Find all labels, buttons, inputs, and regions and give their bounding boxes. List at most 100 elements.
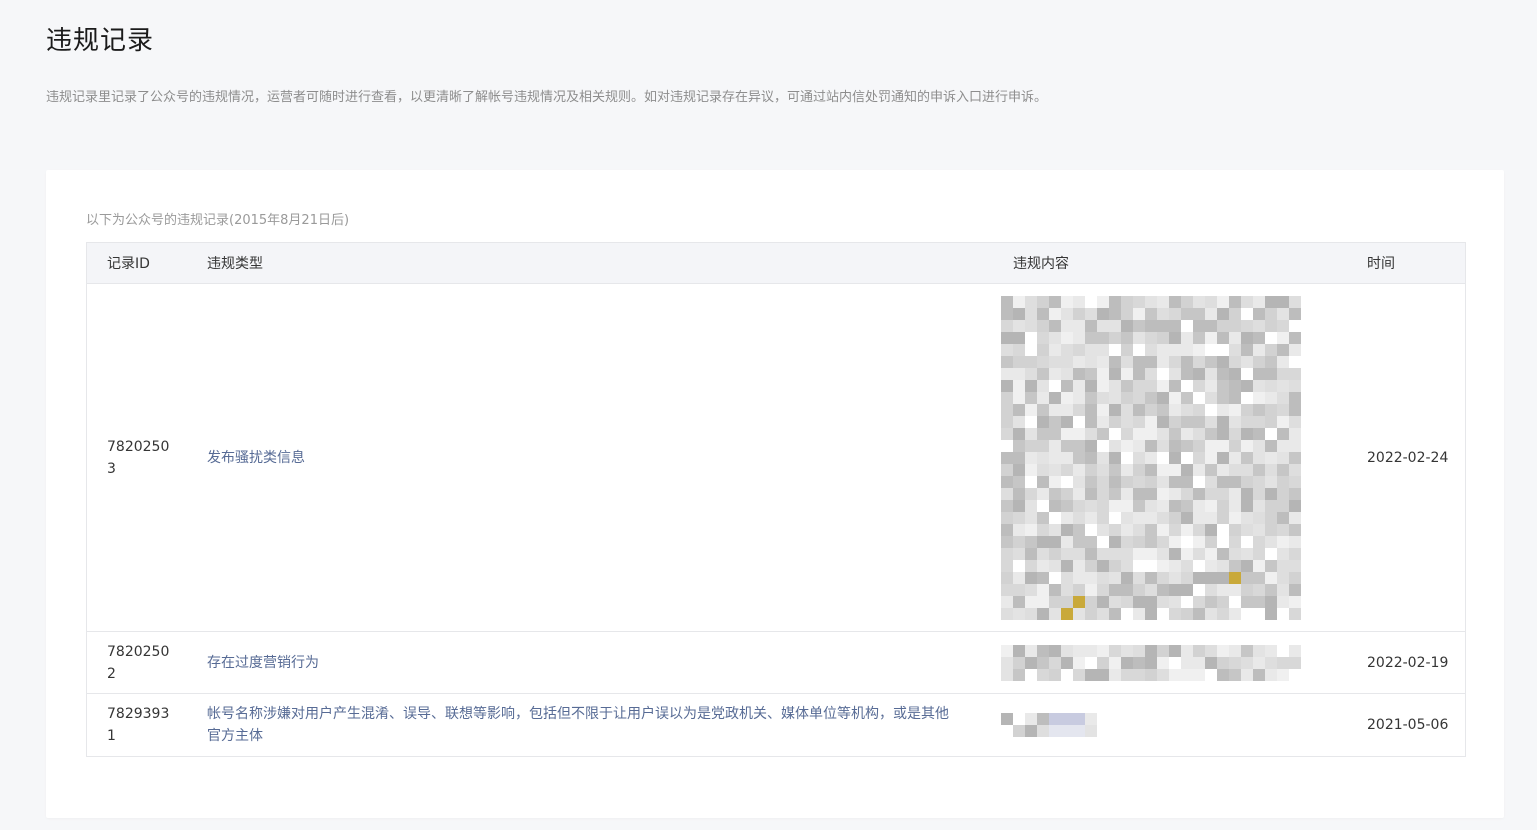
- mosaic-cell: [1229, 391, 1241, 404]
- mosaic-cell: [1037, 656, 1049, 669]
- mosaic-cell: [1205, 511, 1217, 524]
- mosaic-cell: [1217, 439, 1229, 452]
- mosaic-cell: [1265, 583, 1277, 596]
- mosaic-cell: [1013, 427, 1025, 440]
- mosaic-cell: [1277, 535, 1289, 548]
- mosaic-cell: [1277, 607, 1289, 620]
- mosaic-cell: [1265, 319, 1277, 332]
- mosaic-cell: [1097, 547, 1109, 560]
- mosaic-cell: [1145, 415, 1157, 428]
- mosaic-cell: [1013, 607, 1025, 620]
- mosaic-cell: [1205, 644, 1217, 657]
- mosaic-cell: [1241, 511, 1253, 524]
- mosaic-cell: [1049, 391, 1061, 404]
- mosaic-cell: [1157, 355, 1169, 368]
- mosaic-cell: [1109, 403, 1121, 416]
- mosaic-cell: [1277, 499, 1289, 512]
- mosaic-cell: [1037, 319, 1049, 332]
- mosaic-cell: [1289, 656, 1301, 669]
- mosaic-cell: [1217, 331, 1229, 344]
- mosaic-cell: [1145, 463, 1157, 476]
- mosaic-cell: [1253, 343, 1265, 356]
- violation-content-redacted: [993, 693, 1347, 756]
- mosaic-cell: [1265, 415, 1277, 428]
- mosaic-cell: [1277, 295, 1289, 308]
- mosaic-cell: [1229, 571, 1241, 584]
- mosaic-cell: [1277, 511, 1289, 524]
- mosaic-cell: [1013, 571, 1025, 584]
- mosaic-cell: [1025, 403, 1037, 416]
- mosaic-cell: [1265, 403, 1277, 416]
- mosaic-cell: [1157, 571, 1169, 584]
- mosaic-cell: [1133, 511, 1145, 524]
- violation-type-link[interactable]: 发布骚扰类信息: [187, 284, 993, 632]
- mosaic-cell: [1265, 379, 1277, 392]
- mosaic-cell: [1253, 559, 1265, 572]
- mosaic-cell: [1073, 607, 1085, 620]
- mosaic-cell: [1013, 439, 1025, 452]
- mosaic-cell: [1109, 439, 1121, 452]
- mosaic-cell: [1073, 415, 1085, 428]
- mosaic-cell: [1145, 523, 1157, 536]
- mosaic-cell: [1085, 427, 1097, 440]
- mosaic-cell: [1025, 331, 1037, 344]
- mosaic-cell: [1169, 607, 1181, 620]
- mosaic-cell: [1205, 607, 1217, 620]
- mosaic-cell: [1001, 295, 1013, 308]
- mosaic-cell: [1265, 355, 1277, 368]
- mosaic-cell: [1025, 511, 1037, 524]
- violation-type-link[interactable]: 存在过度营销行为: [187, 631, 993, 694]
- mosaic-cell: [1025, 475, 1037, 488]
- mosaic-cell: [1133, 583, 1145, 596]
- mosaic-cell: [1013, 724, 1025, 737]
- mosaic-cell: [1013, 595, 1025, 608]
- mosaic-cell: [1037, 379, 1049, 392]
- mosaic-cell: [1217, 427, 1229, 440]
- mosaic-cell: [1133, 535, 1145, 548]
- redacted-mosaic: [1001, 644, 1347, 681]
- mosaic-cell: [1109, 379, 1121, 392]
- mosaic-cell: [1133, 367, 1145, 380]
- mosaic-cell: [1001, 379, 1013, 392]
- mosaic-cell: [1001, 403, 1013, 416]
- mosaic-cell: [1085, 535, 1097, 548]
- mosaic-cell: [1109, 319, 1121, 332]
- mosaic-cell: [1121, 583, 1133, 596]
- mosaic-cell: [1001, 463, 1013, 476]
- mosaic-cell: [1217, 463, 1229, 476]
- mosaic-cell: [1289, 499, 1301, 512]
- mosaic-cell: [1289, 379, 1301, 392]
- mosaic-cell: [1181, 307, 1193, 320]
- mosaic-cell: [1289, 391, 1301, 404]
- mosaic-cell: [1073, 499, 1085, 512]
- mosaic-cell: [1277, 523, 1289, 536]
- violation-type-link[interactable]: 帐号名称涉嫌对用户产生混淆、误导、联想等影响，包括但不限于让用户误以为是党政机关…: [187, 693, 993, 756]
- mosaic-cell: [1085, 712, 1097, 725]
- mosaic-cell: [1037, 391, 1049, 404]
- mosaic-cell: [1001, 307, 1013, 320]
- mosaic-cell: [1265, 451, 1277, 464]
- mosaic-cell: [1121, 487, 1133, 500]
- mosaic-cell: [1085, 724, 1097, 737]
- mosaic-cell: [1109, 511, 1121, 524]
- mosaic-cell: [1229, 583, 1241, 596]
- mosaic-cell: [1265, 367, 1277, 380]
- table-row: 78202503 发布骚扰类信息 2022-02-24: [87, 284, 1465, 632]
- mosaic-cell: [1157, 547, 1169, 560]
- mosaic-cell: [1145, 391, 1157, 404]
- mosaic-cell: [1121, 607, 1133, 620]
- mosaic-cell: [1001, 343, 1013, 356]
- mosaic-cell: [1073, 451, 1085, 464]
- mosaic-cell: [1145, 571, 1157, 584]
- mosaic-cell: [1277, 415, 1289, 428]
- mosaic-cell: [1049, 367, 1061, 380]
- mosaic-cell: [1133, 668, 1145, 681]
- mosaic-cell: [1037, 463, 1049, 476]
- header-record-id: 记录ID: [87, 243, 187, 284]
- mosaic-cell: [1061, 343, 1073, 356]
- mosaic-cell: [1037, 499, 1049, 512]
- mosaic-cell: [1001, 415, 1013, 428]
- mosaic-cell: [1085, 475, 1097, 488]
- mosaic-cell: [1109, 487, 1121, 500]
- mosaic-cell: [1121, 511, 1133, 524]
